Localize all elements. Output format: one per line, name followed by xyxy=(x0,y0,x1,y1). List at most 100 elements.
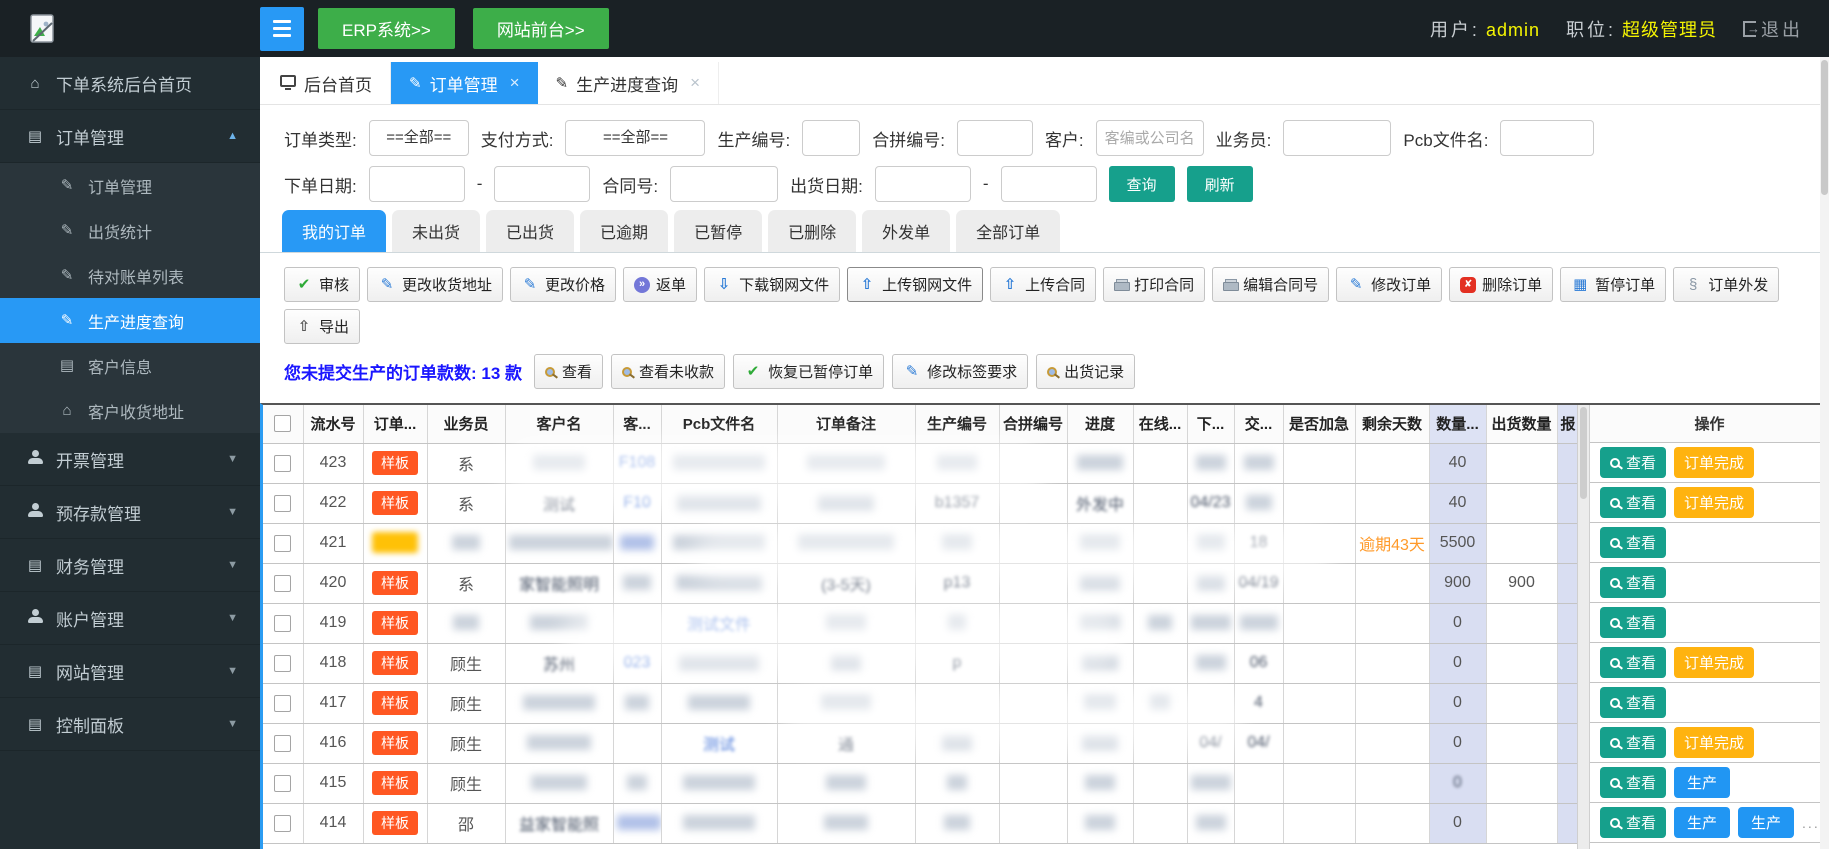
sidebar-item-2[interactable]: 开票管理▼ xyxy=(0,433,260,486)
tab-0[interactable]: 后台首页 xyxy=(262,62,391,104)
subtab-4[interactable]: 已暂停 xyxy=(674,210,762,252)
view-button[interactable]: 查看 xyxy=(1600,687,1666,718)
filter-input[interactable] xyxy=(957,120,1033,156)
filter-select[interactable]: ==全部== xyxy=(565,120,705,156)
sidebar-toggle-button[interactable] xyxy=(260,7,304,51)
row-checkbox[interactable] xyxy=(274,535,291,552)
edit-icon: ✎ xyxy=(58,313,76,328)
filter-input[interactable] xyxy=(1500,120,1594,156)
erp-system-button[interactable]: ERP系统>> xyxy=(318,8,455,49)
toolbar-button-3[interactable]: »返单 xyxy=(623,267,697,302)
view-button[interactable]: 查看 xyxy=(1600,727,1666,758)
filter-select[interactable]: ==全部== xyxy=(369,120,469,156)
subtab-1[interactable]: 未出货 xyxy=(392,210,480,252)
tab-1[interactable]: ✎订单管理× xyxy=(391,62,538,104)
toolbar-button-9[interactable]: ✎修改订单 xyxy=(1336,267,1442,302)
sidebar-subitem-5[interactable]: ⌂客户收货地址 xyxy=(0,388,260,433)
search-button[interactable]: 查询 xyxy=(1109,166,1175,202)
status-button-0[interactable]: 查看 xyxy=(534,354,603,389)
sidebar-item-5[interactable]: 账户管理▼ xyxy=(0,592,260,645)
toolbar-button-1[interactable]: ✎更改收货地址 xyxy=(367,267,503,302)
cell-shipped xyxy=(1486,483,1557,523)
action-label: 查看 xyxy=(1626,532,1656,553)
row-checkbox[interactable] xyxy=(274,575,291,592)
sidebar-subitem-4[interactable]: ▤客户信息 xyxy=(0,343,260,388)
tab-2[interactable]: ✎生产进度查询× xyxy=(538,62,720,104)
toolbar-button-11[interactable]: ▦暂停订单 xyxy=(1560,267,1666,302)
complete-button[interactable]: 订单完成 xyxy=(1674,727,1754,758)
filter-input[interactable] xyxy=(1096,120,1204,156)
edit-icon: ✎ xyxy=(58,223,76,238)
refresh-button[interactable]: 刷新 xyxy=(1187,166,1253,202)
chevron-down-icon: ▼ xyxy=(227,453,238,465)
row-checkbox[interactable] xyxy=(274,495,291,512)
row-checkbox[interactable] xyxy=(274,655,291,672)
filter-input[interactable] xyxy=(369,166,465,202)
row-checkbox[interactable] xyxy=(274,615,291,632)
subtab-0[interactable]: 我的订单 xyxy=(282,210,386,252)
sidebar-subitem-1[interactable]: ✎出货统计 xyxy=(0,208,260,253)
filter-input[interactable] xyxy=(670,166,778,202)
subtab-7[interactable]: 全部订单 xyxy=(956,210,1060,252)
filter-input[interactable] xyxy=(802,120,860,156)
complete-button[interactable]: 订单完成 xyxy=(1674,647,1754,678)
status-button-2[interactable]: ✔恢复已暂停订单 xyxy=(733,354,884,389)
produce-button[interactable]: 生产 xyxy=(1674,807,1730,838)
sidebar-subitem-2[interactable]: ✎待对账单列表 xyxy=(0,253,260,298)
filter-input[interactable] xyxy=(1001,166,1097,202)
sidebar-subitem-0[interactable]: ✎订单管理 xyxy=(0,163,260,208)
subtab-2[interactable]: 已出货 xyxy=(486,210,574,252)
sidebar-item-7[interactable]: ▤控制面板▼ xyxy=(0,698,260,751)
toolbar-button-5[interactable]: ⇧上传钢网文件 xyxy=(847,267,983,302)
tab-close-icon[interactable]: × xyxy=(690,73,700,93)
row-checkbox[interactable] xyxy=(274,455,291,472)
sidebar-item-1[interactable]: ▤订单管理▲ xyxy=(0,110,260,163)
row-checkbox[interactable] xyxy=(274,815,291,832)
toolbar-button-7[interactable]: 打印合同 xyxy=(1103,267,1205,302)
select-all-checkbox[interactable] xyxy=(274,415,291,432)
view-button[interactable]: 查看 xyxy=(1600,647,1666,678)
status-button-3[interactable]: ✎修改标签要求 xyxy=(892,354,1028,389)
toolbar-button-10[interactable]: ✘删除订单 xyxy=(1449,267,1553,302)
view-button[interactable]: 查看 xyxy=(1600,487,1666,518)
view-button[interactable]: 查看 xyxy=(1600,447,1666,478)
cell-qty: 0 xyxy=(1429,603,1486,643)
sidebar-item-0[interactable]: ⌂下单系统后台首页 xyxy=(0,57,260,110)
sidebar-subitem-3[interactable]: ✎生产进度查询 xyxy=(0,298,260,343)
site-front-button[interactable]: 网站前台>> xyxy=(473,8,609,49)
status-button-1[interactable]: 查看未收款 xyxy=(611,354,725,389)
toolbar-button-2[interactable]: ✎更改价格 xyxy=(510,267,616,302)
toolbar-button-0[interactable]: ✔审核 xyxy=(284,267,360,302)
view-button[interactable]: 查看 xyxy=(1600,767,1666,798)
filter-input[interactable] xyxy=(1283,120,1391,156)
view-button[interactable]: 查看 xyxy=(1600,807,1666,838)
row-checkbox[interactable] xyxy=(274,735,291,752)
status-button-4[interactable]: 出货记录 xyxy=(1036,354,1135,389)
tab-close-icon[interactable]: × xyxy=(510,73,520,93)
page-scrollbar[interactable] xyxy=(1820,57,1829,849)
logout-button[interactable]: 退出 xyxy=(1743,16,1803,42)
filter-input[interactable] xyxy=(494,166,590,202)
toolbar-button-r2-0[interactable]: ⇧导出 xyxy=(284,309,360,344)
toolbar-button-8[interactable]: 编辑合同号 xyxy=(1212,267,1329,302)
produce-button[interactable]: 生产 xyxy=(1674,767,1730,798)
subtab-6[interactable]: 外发单 xyxy=(862,210,950,252)
sidebar-item-3[interactable]: 预存款管理▼ xyxy=(0,486,260,539)
view-button[interactable]: 查看 xyxy=(1600,607,1666,638)
toolbar-button-6[interactable]: ⇧上传合同 xyxy=(990,267,1096,302)
sidebar-item-4[interactable]: ▤财务管理▼ xyxy=(0,539,260,592)
row-checkbox[interactable] xyxy=(274,775,291,792)
toolbar-button-12[interactable]: §订单外发 xyxy=(1673,267,1779,302)
view-button[interactable]: 查看 xyxy=(1600,527,1666,558)
view-button[interactable]: 查看 xyxy=(1600,567,1666,598)
produce-button[interactable]: 生产 xyxy=(1738,807,1794,838)
sidebar-item-6[interactable]: ▤网站管理▼ xyxy=(0,645,260,698)
subtab-5[interactable]: 已删除 xyxy=(768,210,856,252)
filter-input[interactable] xyxy=(875,166,971,202)
subtab-3[interactable]: 已逾期 xyxy=(580,210,668,252)
toolbar-button-4[interactable]: ⇩下载钢网文件 xyxy=(704,267,840,302)
complete-button[interactable]: 订单完成 xyxy=(1674,487,1754,518)
complete-button[interactable]: 订单完成 xyxy=(1674,447,1754,478)
row-checkbox[interactable] xyxy=(274,695,291,712)
grid-vertical-scrollbar[interactable] xyxy=(1577,405,1590,849)
